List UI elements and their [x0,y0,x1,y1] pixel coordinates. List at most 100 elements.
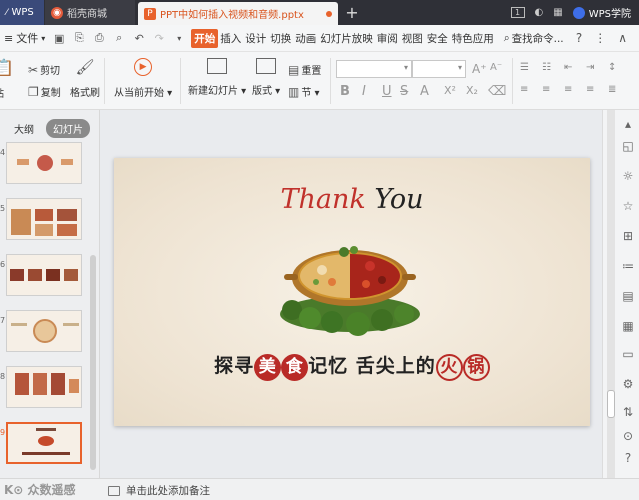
distribute-icon[interactable]: ≣ [608,84,616,95]
tab-document[interactable]: P PPT中如何插入视频和音频.pptx [138,2,338,25]
underline-button[interactable]: U [382,84,392,99]
thumbnail-image [57,209,77,221]
collapse-ribbon-icon[interactable]: ∧ [618,31,627,45]
shrink-font-icon[interactable]: A⁻ [490,62,502,73]
export-icon[interactable]: ⎘ [71,30,87,46]
tab-slides[interactable]: 幻灯片 [46,119,90,138]
object-properties-icon[interactable]: ◱ [620,138,636,154]
thumbnail-panel-icon[interactable]: ▭ [620,346,636,362]
italic-button[interactable]: I [362,84,366,99]
command-search[interactable]: ⌕ 查找命令... [504,31,564,46]
design-icon[interactable]: ☼ [620,168,636,184]
bold-button[interactable]: B [340,84,350,99]
strikethrough-button[interactable]: S [400,84,408,99]
new-slide-button[interactable]: 新建幻灯片 ▾ [188,58,246,97]
slide-title[interactable]: Thank You [114,184,590,215]
file-menu-button[interactable]: ≡ 文件 ▾ [2,30,51,46]
tab-slideshow[interactable]: 幻灯片放映 [318,31,375,46]
font-color-button[interactable]: A [420,84,429,99]
section-button[interactable]: ▥ 节 ▾ [288,84,320,100]
align-center-icon[interactable]: ≡ [542,84,550,95]
slide-subtitle[interactable]: 探寻美食记忆 舌尖上的火锅 [114,351,590,381]
subscript-button[interactable]: X₂ [466,84,478,97]
scroll-up-icon[interactable]: ▴ [620,116,636,132]
slide-thumbnail-selected[interactable] [6,422,82,464]
grid-apps-icon[interactable]: ▦ [553,7,562,18]
panel-scrollbar[interactable] [90,255,96,470]
help-icon[interactable]: ? [620,450,636,466]
increase-indent-icon[interactable]: ⇥ [586,62,594,73]
tab-insert[interactable]: 插入 [218,31,243,46]
settings-icon[interactable]: ⚙ [620,376,636,392]
animation-icon[interactable]: ☆ [620,198,636,214]
chevron-down-icon: ▾ [41,33,46,43]
title-bar: ⁄ WPS ◉ 稻壳商城 P PPT中如何插入视频和音频.pptx + 1 ◐ … [0,0,639,25]
academy-icon [572,6,585,19]
layout-panel-icon[interactable]: ⊞ [620,228,636,244]
window-count-badge[interactable]: 1 [510,7,525,18]
canvas-scrollbar-thumb[interactable] [607,390,615,418]
skin-icon[interactable]: ◐ [535,7,544,18]
tab-docer-store[interactable]: ◉ 稻壳商城 [45,0,135,25]
help-icon[interactable]: ? [576,31,582,45]
font-name-select[interactable]: ▾ [336,60,412,78]
reset-button[interactable]: ▤ 重置 [288,62,321,78]
slide-thumbnail[interactable] [6,366,82,408]
print-icon[interactable]: ⎙ [91,30,107,46]
print-preview-icon[interactable]: ⌕ [111,30,127,46]
align-left-icon[interactable]: ≡ [520,84,528,95]
numbered-list-icon[interactable]: ☷ [542,62,551,73]
slide-thumbnail[interactable] [6,142,82,184]
justify-icon[interactable]: ≡ [586,84,594,95]
hotpot-image[interactable] [270,236,430,336]
font-size-select[interactable]: ▾ [412,60,466,78]
backup-icon[interactable]: ⊙ [620,428,636,444]
canvas-scrollbar-track[interactable] [607,110,615,478]
clipboard-icon: 📋 [0,58,14,77]
tab-review[interactable]: 审阅 [375,31,400,46]
layout-button[interactable]: 版式 ▾ [252,58,280,97]
copy-label: 复制 [40,88,61,99]
decrease-indent-icon[interactable]: ⇤ [564,62,572,73]
tab-view[interactable]: 视图 [400,31,425,46]
align-right-icon[interactable]: ≡ [564,84,572,95]
current-slide[interactable]: Thank You 探寻 美 食 记忆 舌尖上的 火 锅 [114,158,590,426]
tab-outline[interactable]: 大纲 [10,119,38,138]
notes-input[interactable]: 单击此处添加备注 [108,483,210,498]
tab-design[interactable]: 设计 [243,31,268,46]
tab-wps-home[interactable]: ⁄ WPS [0,0,44,25]
bullet-list-icon[interactable]: ☰ [520,62,529,73]
new-tab-button[interactable]: + [338,0,366,25]
more-options-icon[interactable]: ⋮ [594,31,606,45]
tab-animation[interactable]: 动画 [293,31,318,46]
tab-special-apps[interactable]: 特色应用 [450,31,496,46]
wps-academy-link[interactable]: WPS学院 [572,5,631,20]
tab-security[interactable]: 安全 [425,31,450,46]
format-painter-label: 格式刷 [70,88,100,99]
undo-icon[interactable]: ↶ [131,30,147,46]
more-dropdown-icon[interactable]: ▾ [171,30,187,46]
cut-button[interactable]: ✂ 剪切 [28,62,61,78]
tab-transition[interactable]: 切换 [268,31,293,46]
cut-label: 剪切 [40,66,61,77]
redo-icon[interactable]: ↷ [151,30,167,46]
copy-button[interactable]: ❐ 复制 [28,84,61,100]
superscript-button[interactable]: X² [444,84,456,97]
thumbnail-image [38,436,54,446]
status-bar: K⊙ 众数遥感 单击此处添加备注 [0,478,639,500]
save-icon[interactable]: ▣ [51,30,67,46]
clear-format-icon[interactable]: ⌫ [488,84,506,99]
format-painter-button[interactable]: 🖌 格式刷 [70,58,100,99]
slide-thumbnail[interactable] [6,198,82,240]
paste-button[interactable]: 📋 贴 [0,58,14,100]
tab-home[interactable]: 开始 [191,28,219,48]
slide-list-icon[interactable]: ▤ [620,288,636,304]
grow-font-icon[interactable]: A⁺ [472,62,487,76]
table-icon[interactable]: ▦ [620,318,636,334]
line-spacing-icon[interactable]: ↕ [608,62,616,73]
play-from-current-button[interactable]: ▶ 从当前开始 ▾ [114,58,172,99]
slide-thumbnail[interactable] [6,310,82,352]
format-panel-icon[interactable]: ≔ [620,258,636,274]
slide-thumbnail[interactable] [6,254,82,296]
transition-icon[interactable]: ⇅ [620,404,636,420]
